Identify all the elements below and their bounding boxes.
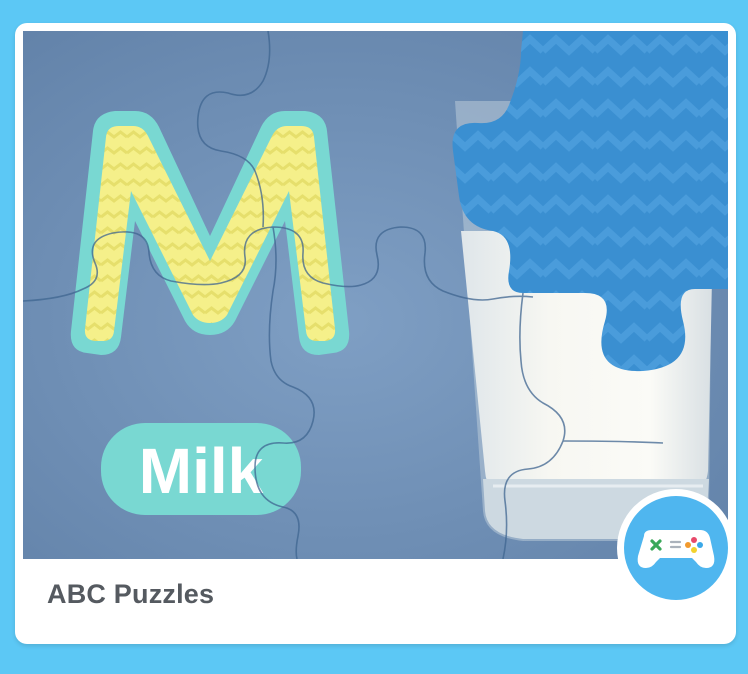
game-badge [617, 489, 735, 607]
gamepad-icon [637, 530, 715, 568]
puzzle-image: Milk [23, 31, 728, 559]
milk-word-graphic: Milk [101, 423, 301, 515]
milk-word: Milk [139, 435, 264, 507]
game-card[interactable]: Milk ABC Puzzles [15, 23, 736, 644]
game-thumbnail[interactable]: Milk [23, 31, 728, 559]
game-title[interactable]: ABC Puzzles [47, 579, 214, 610]
